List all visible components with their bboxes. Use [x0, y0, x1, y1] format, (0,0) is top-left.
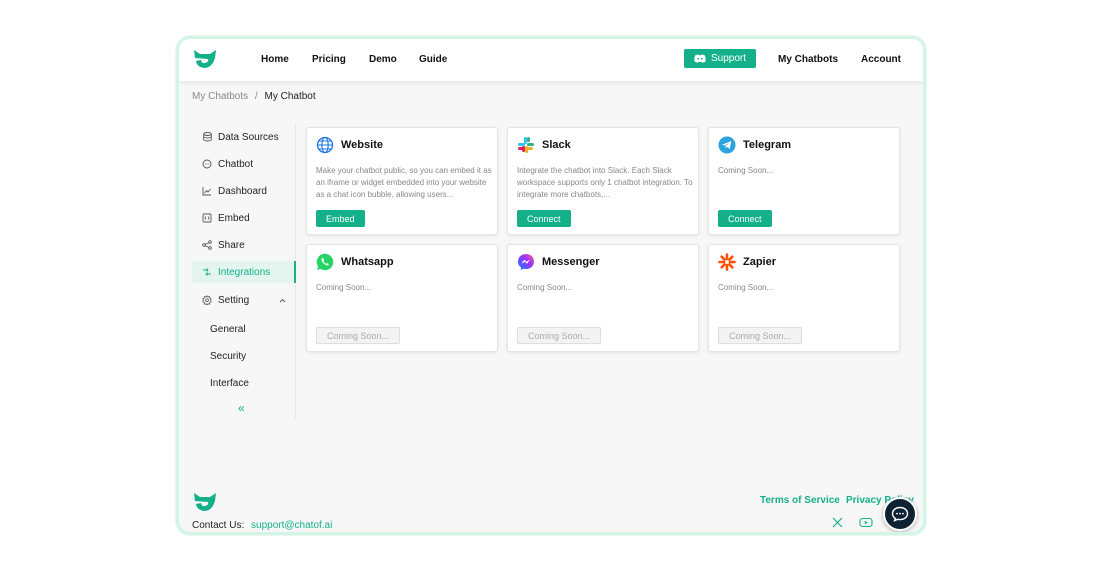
sidebar-item-label: Integrations [218, 266, 271, 278]
coming-soon-button[interactable]: Coming Soon... [718, 327, 803, 344]
whatsapp-icon [316, 253, 334, 271]
card-description: Coming Soon... [718, 283, 774, 292]
nav-demo-link[interactable]: Demo [369, 54, 397, 65]
coming-soon-button[interactable]: Coming Soon... [517, 327, 602, 344]
sidebar-item-label: Dashboard [218, 185, 267, 197]
sidebar-item-label: Setting [218, 294, 250, 306]
my-chatbots-link[interactable]: My Chatbots [778, 54, 838, 65]
sidebar-subitem-interface[interactable]: Interface [210, 378, 249, 389]
globe-icon [316, 136, 334, 154]
breadcrumb-current: My Chatbot [264, 91, 316, 102]
card-title: Zapier [743, 256, 777, 268]
integration-card-whatsapp: Whatsapp Coming Soon... Coming Soon... [306, 244, 498, 352]
collapse-sidebar-icon[interactable]: « [238, 401, 245, 415]
integrations-icon [202, 267, 212, 277]
sidebar-item-label: Chatbot [218, 158, 254, 170]
nav-pricing-link[interactable]: Pricing [312, 54, 346, 65]
coming-soon-button[interactable]: Coming Soon... [316, 327, 401, 344]
sidebar-item-label: Data Sources [218, 131, 279, 143]
sidebar: Data Sources Chatbot Dashboard Embed Sha… [192, 123, 296, 419]
card-title: Slack [542, 139, 571, 151]
account-link[interactable]: Account [861, 54, 901, 65]
sidebar-item-embed[interactable]: Embed [192, 207, 296, 229]
brand-logo-icon[interactable] [192, 48, 218, 70]
sidebar-item-data-sources[interactable]: Data Sources [192, 126, 296, 148]
sidebar-item-setting[interactable]: Setting [192, 289, 296, 311]
integration-card-telegram: Telegram Coming Soon... Connect [708, 127, 900, 235]
breadcrumb-parent[interactable]: My Chatbots [192, 91, 248, 102]
breadcrumb-separator: / [254, 91, 258, 102]
sidebar-item-chatbot[interactable]: Chatbot [192, 153, 296, 175]
gear-icon [202, 295, 212, 305]
integration-card-slack: Slack Integrate the chatbot into Slack. … [507, 127, 699, 235]
youtube-icon[interactable] [859, 517, 873, 528]
sidebar-item-integrations[interactable]: Integrations [192, 261, 296, 283]
sidebar-item-label: Share [218, 239, 245, 251]
slack-icon [518, 137, 534, 153]
integration-card-website: Website Make your chatbot public, so you… [306, 127, 498, 235]
nav-guide-link[interactable]: Guide [419, 54, 447, 65]
contact-email-link[interactable]: support@chatof.ai [251, 520, 332, 531]
support-button[interactable]: Support [684, 49, 756, 68]
integration-card-zapier: Zapier Coming Soon... Coming Soon... [708, 244, 900, 352]
contact-us: Contact Us: support@chatof.ai [192, 520, 332, 531]
chat-icon [202, 159, 212, 169]
integration-card-messenger: Messenger Coming Soon... Coming Soon... [507, 244, 699, 352]
sidebar-subitem-general[interactable]: General [210, 324, 246, 335]
connect-button[interactable]: Connect [517, 210, 571, 227]
card-description: Coming Soon... [316, 283, 372, 292]
chart-icon [202, 186, 212, 196]
card-description: Coming Soon... [517, 283, 573, 292]
support-label: Support [710, 53, 747, 64]
card-description: Coming Soon... [718, 166, 774, 175]
discord-icon [694, 54, 706, 63]
sidebar-item-label: Embed [218, 212, 250, 224]
messenger-icon [518, 254, 534, 270]
breadcrumb: My Chatbots / My Chatbot [192, 91, 316, 102]
embed-icon [202, 213, 212, 223]
telegram-icon [718, 136, 736, 154]
app-frame: Home Pricing Demo Guide Support My Chatb… [176, 36, 926, 535]
zapier-icon [718, 253, 736, 271]
share-icon [202, 240, 212, 250]
card-title: Telegram [743, 139, 792, 151]
card-title: Website [341, 139, 383, 151]
connect-button[interactable]: Connect [718, 210, 772, 227]
top-nav: Home Pricing Demo Guide Support My Chatb… [179, 39, 923, 81]
nav-home-link[interactable]: Home [261, 54, 289, 65]
embed-button[interactable]: Embed [316, 210, 365, 227]
database-icon [202, 132, 212, 142]
footer-logo-icon[interactable] [192, 491, 218, 513]
contact-label: Contact Us: [192, 520, 245, 531]
card-title: Whatsapp [341, 256, 394, 268]
card-title: Messenger [542, 256, 600, 268]
x-twitter-icon[interactable] [832, 517, 843, 528]
sidebar-item-dashboard[interactable]: Dashboard [192, 180, 296, 202]
chevron-up-icon[interactable] [279, 295, 286, 306]
chat-widget-button[interactable] [883, 497, 917, 531]
terms-link[interactable]: Terms of Service [760, 495, 840, 506]
card-description: Make your chatbot public, so you can emb… [316, 166, 492, 199]
sidebar-subitem-security[interactable]: Security [210, 351, 246, 362]
chat-bubble-icon [891, 506, 909, 522]
card-description: Integrate the chatbot into Slack. Each S… [517, 166, 693, 199]
sidebar-item-share[interactable]: Share [192, 234, 296, 256]
